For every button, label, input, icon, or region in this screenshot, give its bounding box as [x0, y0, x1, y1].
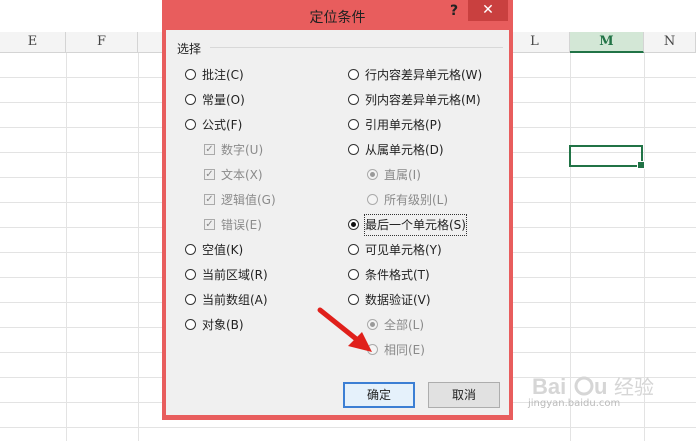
option-label: 公式(F): [202, 118, 243, 132]
dialog-titlebar[interactable]: 定位条件 ? ✕: [162, 0, 513, 30]
close-button[interactable]: ✕: [468, 0, 508, 21]
help-button[interactable]: ?: [445, 3, 463, 23]
option-label: 逻辑值(G): [221, 193, 276, 207]
group-divider: [210, 47, 503, 48]
radio-icon[interactable]: [185, 244, 196, 255]
option-label: 条件格式(T): [365, 268, 430, 282]
radio-icon[interactable]: [348, 144, 359, 155]
ok-button[interactable]: 确定: [343, 382, 415, 408]
grid-line: [138, 53, 139, 441]
column-header-m[interactable]: M: [570, 32, 644, 53]
checkbox-icon: ✓: [204, 144, 215, 155]
radio-icon[interactable]: [185, 319, 196, 330]
fill-handle[interactable]: [637, 161, 645, 169]
option-label: 文本(X): [221, 168, 263, 182]
option-label: 常量(O): [202, 93, 245, 107]
option-label: 空值(K): [202, 243, 244, 257]
option-label: 可见单元格(Y): [365, 243, 442, 257]
option-label: 相同(E): [384, 343, 425, 357]
watermark-url: jingyan.baidu.com: [528, 398, 621, 409]
red-arrow-annotation: [317, 307, 372, 352]
option-label: 对象(B): [202, 318, 244, 332]
grid-line: [66, 53, 67, 441]
radio-icon[interactable]: [185, 94, 196, 105]
radio-icon[interactable]: [348, 69, 359, 80]
active-cell[interactable]: [569, 145, 645, 169]
option-label: 引用单元格(P): [365, 118, 442, 132]
selection-group-label: 选择: [177, 40, 206, 57]
checkbox-icon: ✓: [204, 219, 215, 230]
option-label: 直属(I): [384, 168, 421, 182]
radio-icon[interactable]: [348, 269, 359, 280]
checkbox-icon: ✓: [204, 194, 215, 205]
column-header-e[interactable]: E: [0, 32, 66, 53]
radio-icon[interactable]: [348, 94, 359, 105]
radio-icon: [367, 194, 378, 205]
svg-text:Bai: Bai: [532, 374, 566, 399]
svg-text:经验: 经验: [614, 376, 654, 399]
cancel-button[interactable]: 取消: [428, 382, 500, 408]
option-label: 批注(C): [202, 68, 244, 82]
option-label: 错误(E): [221, 218, 262, 232]
baidu-watermark-logo: Bai u 经验: [532, 374, 654, 399]
option-label: 列内容差异单元格(M): [365, 93, 481, 107]
option-label: 全部(L): [384, 318, 425, 332]
option-label: 当前数组(A): [202, 293, 268, 307]
radio-icon[interactable]: [185, 294, 196, 305]
radio-icon[interactable]: [348, 219, 359, 230]
radio-icon[interactable]: [348, 119, 359, 130]
option-label: 从属单元格(D): [365, 143, 444, 157]
radio-icon[interactable]: [348, 244, 359, 255]
radio-icon[interactable]: [185, 269, 196, 280]
column-header-f[interactable]: F: [66, 32, 138, 53]
option-label: 数字(U): [221, 143, 264, 157]
column-header-n[interactable]: N: [644, 32, 696, 53]
radio-icon[interactable]: [185, 119, 196, 130]
checkbox-icon: ✓: [204, 169, 215, 180]
option-label: 最后一个单元格(S): [364, 214, 467, 236]
radio-icon[interactable]: [185, 69, 196, 80]
svg-text:u: u: [594, 374, 607, 399]
option-label: 当前区域(R): [202, 268, 268, 282]
radio-icon: [367, 169, 378, 180]
option-label: 所有级别(L): [384, 193, 449, 207]
option-label: 行内容差异单元格(W): [365, 68, 483, 82]
